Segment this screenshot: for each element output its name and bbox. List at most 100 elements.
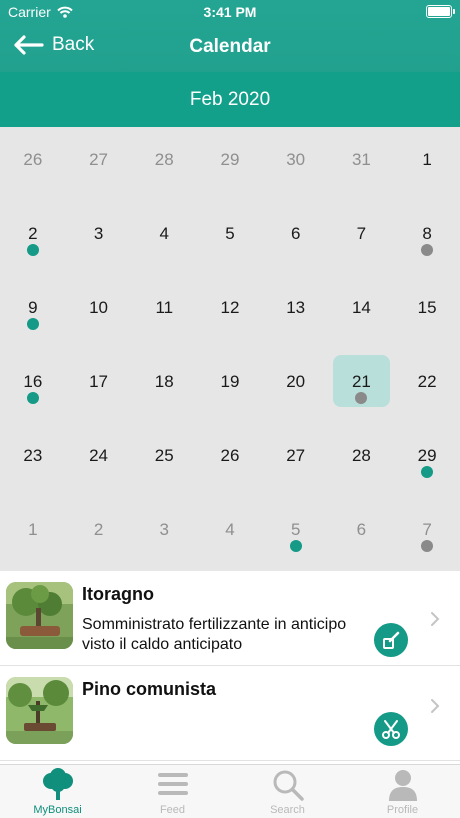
day-number: 29 [417,446,437,465]
calendar-day[interactable]: 8 [394,201,460,275]
tab-label: MyBonsai [33,804,82,816]
calendar-day[interactable]: 3 [131,497,197,571]
day-number: 28 [351,446,371,465]
back-label: Back [52,34,95,55]
calendar-day[interactable]: 2 [0,201,66,275]
list-icon [157,773,188,795]
chevron-right-icon [431,699,440,713]
day-number: 19 [220,372,240,391]
calendar-day[interactable]: 5 [197,201,263,275]
calendar-day[interactable]: 29 [394,423,460,497]
day-number: 27 [286,446,306,465]
day-number: 31 [351,150,371,169]
month-header: Feb 2020 [0,72,460,127]
calendar-day[interactable]: 26 [197,423,263,497]
day-number: 22 [417,372,437,391]
calendar-day[interactable]: 20 [263,349,329,423]
day-number: 11 [155,298,174,317]
day-number: 6 [356,520,367,539]
tab-label: Search [270,804,305,816]
navigation-bar: Back Calendar [0,24,460,72]
soil-event-icon [421,244,434,256]
calendar-day[interactable]: 7 [329,201,395,275]
calendar-day[interactable]: 13 [263,275,329,349]
calendar-day[interactable]: 28 [131,127,197,201]
day-number: 1 [28,520,38,539]
list-item[interactable]: Itoragno Somministrato fertilizzante in … [0,571,460,666]
calendar-day[interactable]: 19 [197,349,263,423]
calendar-day[interactable]: 18 [131,349,197,423]
day-number: 24 [89,446,108,465]
calendar-day[interactable]: 14 [329,275,395,349]
day-number: 10 [89,298,108,317]
back-button[interactable]: Back [12,34,94,56]
more-event-icon [26,244,39,256]
day-number: 16 [23,372,43,391]
day-number: 2 [93,520,104,539]
header: Carrier 3:41 PM Back Calendar Feb 2020 [0,0,460,127]
day-number: 17 [89,372,108,391]
day-number: 7 [422,520,432,539]
scissors-icon [382,720,400,739]
calendar-day[interactable]: 28 [329,423,395,497]
day-number: 4 [159,224,169,243]
calendar-day-selected[interactable]: 21 [329,349,395,423]
calendar-day[interactable]: 22 [394,349,460,423]
search-icon [273,770,304,801]
list-item[interactable]: Pino comunista [0,666,460,761]
tab-mybonsai[interactable]: MyBonsai [0,765,115,818]
arrow-left-icon [14,35,44,55]
day-number: 2 [28,224,38,243]
calendar-day[interactable]: 23 [0,423,66,497]
calendar-day[interactable]: 24 [66,423,132,497]
tab-bar: MyBonsai Feed Search Profile [0,764,460,818]
tab-feed[interactable]: Feed [115,765,230,818]
day-number: 9 [28,298,38,317]
calendar-day[interactable]: 11 [131,275,197,349]
calendar-day[interactable]: 12 [197,275,263,349]
calendar-day[interactable]: 1 [394,127,460,201]
day-number: 25 [154,446,174,465]
calendar-day[interactable]: 29 [197,127,263,201]
calendar-day[interactable]: 27 [263,423,329,497]
calendar-day[interactable]: 6 [263,201,329,275]
calendar-day[interactable]: 3 [66,201,132,275]
day-number: 26 [23,150,43,169]
calendar-day[interactable]: 16 [0,349,66,423]
tab-search[interactable]: Search [230,765,345,818]
calendar-day[interactable]: 4 [131,201,197,275]
calendar-day[interactable]: 10 [66,275,132,349]
status-time: 3:41 PM [203,4,257,20]
day-number: 30 [286,150,306,169]
fertilizer-icon [383,631,400,649]
calendar-day[interactable]: 27 [66,127,132,201]
day-number: 5 [225,224,235,243]
calendar-day[interactable]: 31 [329,127,395,201]
tab-profile[interactable]: Profile [345,765,460,818]
calendar-day[interactable]: 6 [329,497,395,571]
battery-icon [426,5,455,18]
calendar-day[interactable]: 7 [394,497,460,571]
day-number: 26 [220,446,240,465]
calendar-day[interactable]: 26 [0,127,66,201]
day-number: 28 [154,150,174,169]
scissors-button[interactable] [374,712,408,746]
calendar-day[interactable]: 30 [263,127,329,201]
tab-label: Feed [159,804,186,816]
calendar-day[interactable]: 9 [0,275,66,349]
calendar-day[interactable]: 25 [131,423,197,497]
calendar-day[interactable]: 5 [263,497,329,571]
tree-icon [42,768,73,800]
day-number: 1 [422,150,432,169]
calendar-day[interactable]: 17 [66,349,132,423]
tab-label: Profile [386,804,419,816]
fertilizer-button[interactable] [374,623,408,657]
day-number: 20 [286,372,306,391]
day-number: 8 [422,224,432,243]
calendar-day[interactable]: 2 [66,497,132,571]
calendar-day[interactable]: 15 [394,275,460,349]
calendar-day[interactable]: 1 [0,497,66,571]
calendar-day[interactable]: 4 [197,497,263,571]
chevron-right-icon [431,612,440,626]
day-number: 13 [286,298,306,317]
